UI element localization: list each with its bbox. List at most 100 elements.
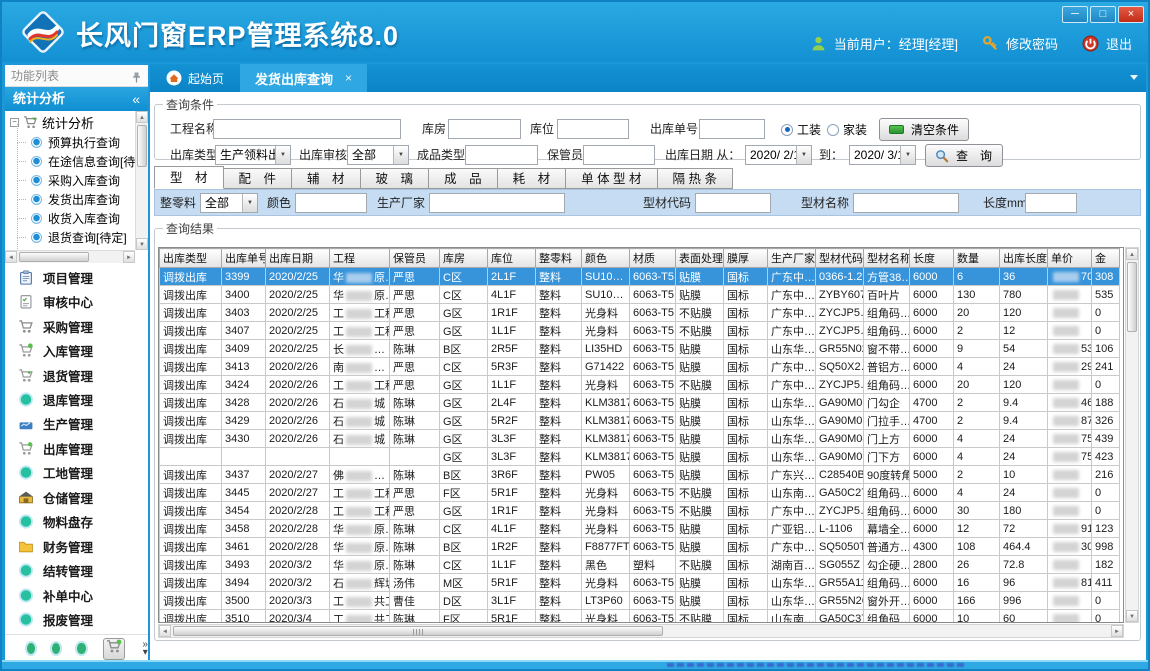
scroll-down-icon[interactable]: ▼: [136, 238, 148, 250]
cart-module-button[interactable]: [103, 638, 126, 660]
tree-item[interactable]: 预算执行查询: [5, 133, 135, 152]
material-tab[interactable]: 单 体 型 材: [566, 168, 657, 189]
column-header[interactable]: 金: [1092, 249, 1120, 268]
clear-conditions-button[interactable]: 清空条件: [879, 118, 969, 141]
module-item[interactable]: 退库管理: [5, 389, 148, 409]
table-row[interactable]: 调拨出库34932020/3/2华原…陈琳C区1L1F整料黑色塑料不贴膜国标湖南…: [160, 556, 1120, 574]
column-header[interactable]: 生产厂家: [768, 249, 816, 268]
module-item[interactable]: 财务管理: [5, 536, 148, 556]
tree-item[interactable]: 退货查询[待定]: [5, 228, 135, 247]
table-row[interactable]: 调拨出库34542020/2/28工工程严思G区1R1F整料光身料6063-T5…: [160, 502, 1120, 520]
date-to-select[interactable]: 2020/ 3/16▼: [849, 145, 916, 165]
module-item[interactable]: 生产管理: [5, 414, 148, 434]
minimize-button[interactable]: ─: [1062, 6, 1088, 23]
scroll-right-icon[interactable]: ►: [1111, 625, 1123, 637]
column-header[interactable]: 颜色: [582, 249, 630, 268]
column-header[interactable]: 库位: [488, 249, 536, 268]
warehouse-input[interactable]: [448, 119, 521, 139]
date-from-select[interactable]: 2020/ 2/16▼: [745, 145, 812, 165]
project-name-input[interactable]: [213, 119, 401, 139]
tab-home[interactable]: 起始页: [154, 66, 236, 90]
material-tab[interactable]: 型 材: [154, 166, 224, 189]
table-row[interactable]: G区3L3F整料KLM38176063-T5贴膜国标山东华…GA90M09…门下…: [160, 448, 1120, 466]
scroll-down-icon[interactable]: ▼: [1126, 610, 1138, 622]
search-button[interactable]: 查 询: [925, 144, 1003, 167]
maximize-button[interactable]: □: [1090, 6, 1116, 23]
table-row[interactable]: 调拨出库34942020/3/2石辉城汤伟M区5R1F整料光身料6063-T5贴…: [160, 574, 1120, 592]
more-modules-chevron[interactable]: »▾: [142, 641, 148, 657]
module-item[interactable]: 出库管理: [5, 438, 148, 458]
scrollbar-thumb[interactable]: [173, 626, 663, 636]
code-input[interactable]: [695, 193, 771, 213]
column-header[interactable]: 表面处理: [676, 249, 724, 268]
module-item[interactable]: 采购管理: [5, 316, 148, 336]
maker-input[interactable]: [429, 193, 565, 213]
table-row[interactable]: 调拨出库34292020/2/26石城陈琳G区5R2F整料KLM38176063…: [160, 412, 1120, 430]
radio-jiazhuang[interactable]: 家装: [827, 119, 867, 140]
tree-item[interactable]: 采购入库查询: [5, 171, 135, 190]
column-header[interactable]: 长度: [910, 249, 954, 268]
table-row[interactable]: 调拨出库35102020/3/4工共工程陈琳F区5R1F整料光身料6063-T5…: [160, 610, 1120, 624]
module-item[interactable]: 入库管理: [5, 341, 148, 361]
tree-root[interactable]: − 统计分析: [5, 111, 135, 133]
column-header[interactable]: 整零料: [536, 249, 582, 268]
column-header[interactable]: 保管员: [390, 249, 440, 268]
table-row[interactable]: 调拨出库34132020/2/26南…严思C区5R3F整料G714226063-…: [160, 358, 1120, 376]
column-header[interactable]: 出库日期: [266, 249, 330, 268]
scroll-left-icon[interactable]: ◄: [5, 251, 17, 263]
table-row[interactable]: 调拨出库34612020/2/28华原…陈琳B区1R2F整料F8877FT606…: [160, 538, 1120, 556]
column-header[interactable]: 单价: [1048, 249, 1092, 268]
column-header[interactable]: 数量: [954, 249, 1000, 268]
change-password-link[interactable]: 修改密码: [1006, 34, 1058, 53]
scroll-up-icon[interactable]: ▲: [136, 111, 148, 123]
location-input[interactable]: [557, 119, 629, 139]
table-row[interactable]: 调拨出库34452020/2/27工工程严思F区5R1F整料光身料6063-T5…: [160, 484, 1120, 502]
radio-gongzhuang[interactable]: 工装: [781, 119, 821, 140]
material-tab[interactable]: 成 品: [429, 168, 498, 189]
material-tab[interactable]: 耗 材: [498, 168, 567, 189]
scrollbar-thumb[interactable]: [19, 252, 89, 262]
table-row[interactable]: 调拨出库34372020/2/27佛…陈琳B区3R6F整料PW056063-T5…: [160, 466, 1120, 484]
module-item[interactable]: 工地管理: [5, 463, 148, 483]
column-header[interactable]: 出库类型: [160, 249, 222, 268]
table-row[interactable]: 调拨出库34582020/2/28华原…陈琳C区4L1F整料光身料6063-T5…: [160, 520, 1120, 538]
column-header[interactable]: 出库长度: [1000, 249, 1048, 268]
module-item[interactable]: 报废管理: [5, 610, 148, 630]
scrollbar-thumb[interactable]: [1127, 262, 1137, 332]
table-row[interactable]: 调拨出库33992020/2/25华原…严思C区2L1F整料SU10…6063-…: [160, 268, 1120, 286]
module-item[interactable]: 物料盘存: [5, 512, 148, 532]
logout-link[interactable]: 退出: [1106, 34, 1132, 53]
sidebar-section-header[interactable]: 统计分析 «: [5, 87, 148, 111]
scroll-up-icon[interactable]: ▲: [1126, 248, 1138, 260]
module-item[interactable]: 结转管理: [5, 561, 148, 581]
tree-item[interactable]: 收货入库查询: [5, 209, 135, 228]
column-header[interactable]: 工程: [330, 249, 390, 268]
keeper-input[interactable]: [583, 145, 655, 165]
collapse-icon[interactable]: «: [132, 87, 140, 111]
module-item[interactable]: 退货管理: [5, 365, 148, 385]
color-input[interactable]: [295, 193, 367, 213]
length-input[interactable]: [1025, 193, 1077, 213]
tab-overflow-chevron-icon[interactable]: [1130, 75, 1138, 80]
module-dot-icon[interactable]: [77, 643, 85, 654]
table-row[interactable]: 调拨出库34242020/2/26工工程严思G区1L1F整料光身料6063-T5…: [160, 376, 1120, 394]
material-tab[interactable]: 辅 材: [292, 168, 361, 189]
tab-shipping-query[interactable]: 发货出库查询 ×: [240, 64, 367, 92]
table-row[interactable]: 调拨出库35002020/3/3工共工程曹佳D区3L1F整料LT3P606063…: [160, 592, 1120, 610]
material-tab[interactable]: 隔 热 条: [658, 168, 733, 189]
module-dot-icon[interactable]: [27, 643, 35, 654]
name-input[interactable]: [853, 193, 959, 213]
product-type-input[interactable]: [465, 145, 538, 165]
whole-part-select[interactable]: 全部▼: [200, 193, 258, 213]
grid-horizontal-scrollbar[interactable]: ◄ ►: [158, 624, 1124, 638]
grid-vertical-scrollbar[interactable]: ▲ ▼: [1125, 247, 1139, 623]
scrollbar-thumb[interactable]: [137, 125, 147, 167]
column-header[interactable]: 出库单号: [222, 249, 266, 268]
module-item[interactable]: 仓储管理: [5, 487, 148, 507]
column-header[interactable]: 型材代码: [816, 249, 864, 268]
radio-selected-icon[interactable]: [781, 124, 793, 136]
tab-close-icon[interactable]: ×: [345, 71, 352, 85]
out-no-input[interactable]: [699, 119, 765, 139]
table-row[interactable]: 调拨出库34032020/2/25工工程严思G区1R1F整料光身料6063-T5…: [160, 304, 1120, 322]
module-dot-icon[interactable]: [52, 643, 60, 654]
